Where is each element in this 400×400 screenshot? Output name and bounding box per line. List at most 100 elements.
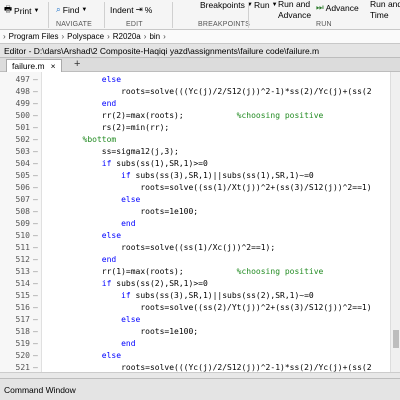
breadcrumb-item[interactable]: Program Files (6, 32, 62, 41)
line-number: 514 (15, 279, 30, 288)
line-marker: — (33, 171, 38, 180)
code-text: if subs(ss(3),SR,1)||subs(ss(1),SR,1)~=0 (121, 171, 314, 180)
code-text: else (121, 315, 141, 324)
indent-button[interactable]: Indent ⇥ % (110, 4, 152, 15)
code-line[interactable]: 510— else (0, 230, 390, 242)
breadcrumb-item[interactable]: Polyspace (64, 32, 107, 41)
add-tab-button[interactable]: + (74, 58, 80, 70)
code-line[interactable]: 520— else (0, 350, 390, 362)
line-marker: — (33, 279, 38, 288)
section-navigate: NAVIGATE (56, 21, 92, 28)
line-number: 498 (15, 87, 30, 96)
code-line[interactable]: 518— roots=1e100; (0, 326, 390, 338)
code-editor[interactable]: 497— else 498— roots=solve(((Yc(j)/2/S12(… (0, 72, 390, 372)
line-marker: — (33, 147, 38, 156)
vertical-scrollbar[interactable] (390, 72, 400, 372)
code-line[interactable]: 497— else (0, 74, 390, 86)
code-line[interactable]: 508— roots=1e100; (0, 206, 390, 218)
line-marker: — (33, 87, 38, 96)
line-number: 500 (15, 111, 30, 120)
line-marker: — (33, 231, 38, 240)
find-button[interactable]: ⌕ Find ▼ (56, 4, 87, 15)
line-number: 504 (15, 159, 30, 168)
line-marker: — (33, 195, 38, 204)
run-and-advance-button[interactable]: Run and Advance (278, 0, 311, 20)
code-text: end (121, 339, 136, 348)
line-number: 499 (15, 99, 30, 108)
editor-title: Editor - D:\dars\Arshad\2 Composite-Haqi… (4, 45, 320, 56)
code-text: end (101, 99, 117, 108)
line-marker: — (33, 99, 38, 108)
code-line[interactable]: 511— roots=solve((ss(1)/Xc(j))^2==1); (0, 242, 390, 254)
line-number: 502 (15, 135, 30, 144)
code-line[interactable]: 517— else (0, 314, 390, 326)
code-text: else (101, 351, 122, 360)
command-window-header[interactable]: Command Window (0, 378, 400, 400)
code-text: roots=solve((ss(1)/Xc(j))^2==1); (44, 243, 276, 252)
chevron-down-icon: ▼ (33, 8, 40, 14)
code-line[interactable]: 509— end (0, 218, 390, 230)
line-number: 520 (15, 351, 30, 360)
line-number: 508 (15, 207, 30, 216)
line-marker: — (33, 303, 38, 312)
toolstrip: 🖶 Print ▼ ⌕ Find ▼ NAVIGATE Indent ⇥ % E… (0, 0, 400, 30)
code-text: %bottom (82, 135, 117, 144)
print-button[interactable]: 🖶 Print ▼ (4, 4, 39, 18)
chevron-down-icon: ▼ (81, 6, 88, 13)
code-line[interactable]: 521— roots=solve(((Yc(j)/2/S12(j))^2-1)*… (0, 362, 390, 372)
code-line[interactable]: 498— roots=solve(((Yc(j)/2/S12(j))^2-1)*… (0, 86, 390, 98)
code-line[interactable]: 499— end (0, 98, 390, 110)
line-marker: — (33, 243, 38, 252)
scrollbar-thumb[interactable] (393, 330, 399, 348)
code-text: if subs(ss(2),SR,1)>=0 (101, 279, 208, 288)
line-marker: — (33, 123, 38, 132)
run-and-time-button[interactable]: Run and Time (370, 0, 400, 20)
code-text: roots=solve((ss(2)/Yt(j))^2+(ss(3)/S12(j… (44, 303, 372, 312)
line-marker: — (33, 75, 38, 84)
code-line[interactable]: 502— %bottom (0, 134, 390, 146)
tab-failure-m[interactable]: failure.m × (6, 59, 62, 72)
find-icon: ⌕ (56, 4, 61, 14)
line-marker: — (33, 327, 38, 336)
code-line[interactable]: 505— if subs(ss(3),SR,1)||subs(ss(1),SR,… (0, 170, 390, 182)
section-run: RUN (316, 21, 332, 28)
line-marker: — (33, 111, 38, 120)
line-number: 506 (15, 183, 30, 192)
code-line[interactable]: 519— end (0, 338, 390, 350)
code-line[interactable]: 506— roots=solve((ss(1)/Xt(j))^2+(ss(3)/… (0, 182, 390, 194)
advance-button[interactable]: ⏭ Advance (316, 2, 359, 13)
line-number: 497 (15, 75, 30, 84)
line-marker: — (33, 183, 38, 192)
advance-icon: ⏭ (316, 2, 324, 12)
line-marker: — (33, 315, 38, 324)
line-number: 518 (15, 327, 30, 336)
breadcrumb-item[interactable]: R2020a (110, 32, 144, 41)
code-line[interactable]: 516— roots=solve((ss(2)/Yt(j))^2+(ss(3)/… (0, 302, 390, 314)
line-marker: — (33, 291, 38, 300)
line-number: 513 (15, 267, 30, 276)
breadcrumb-item[interactable]: bin (146, 32, 163, 41)
run-button[interactable]: Run ▼ (254, 0, 278, 10)
code-line[interactable]: 504— if subs(ss(1),SR,1)>=0 (0, 158, 390, 170)
code-line[interactable]: 503— ss=sigma12(j,3); (0, 146, 390, 158)
address-bar[interactable]: › Program Files › Polyspace › R2020a › b… (0, 30, 400, 44)
code-line[interactable]: 513— rr(1)=max(roots); %choosing positiv… (0, 266, 390, 278)
line-number: 505 (15, 171, 30, 180)
comment-icon: % (144, 4, 153, 15)
code-line[interactable]: 514— if subs(ss(2),SR,1)>=0 (0, 278, 390, 290)
code-line[interactable]: 507— else (0, 194, 390, 206)
line-marker: — (33, 255, 38, 264)
code-line[interactable]: 501— rs(2)=min(rr); (0, 122, 390, 134)
command-window-label: Command Window (4, 384, 76, 395)
line-marker: — (33, 159, 38, 168)
print-icon: 🖶 (4, 4, 13, 14)
line-number: 519 (15, 339, 30, 348)
line-number: 507 (15, 195, 30, 204)
code-line[interactable]: 512— end (0, 254, 390, 266)
breakpoints-button[interactable]: Breakpoints ▼ (200, 0, 253, 10)
code-text: if subs(ss(1),SR,1)>=0 (101, 159, 208, 168)
code-line[interactable]: 500— rr(2)=max(roots); %choosing positiv… (0, 110, 390, 122)
close-icon[interactable]: × (51, 61, 56, 71)
line-marker: — (33, 339, 38, 348)
code-line[interactable]: 515— if subs(ss(3),SR,1)||subs(ss(2),SR,… (0, 290, 390, 302)
